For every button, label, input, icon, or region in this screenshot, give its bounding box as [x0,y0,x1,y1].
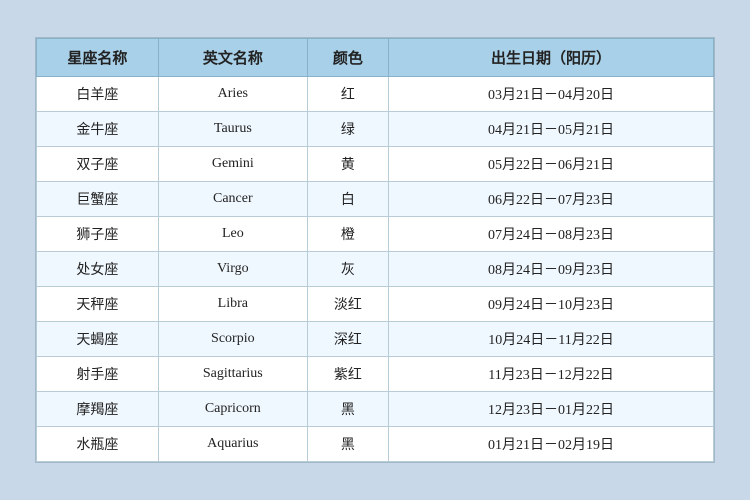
cell-cn: 双子座 [37,147,159,182]
cell-cn: 巨蟹座 [37,182,159,217]
header-color: 颜色 [307,39,388,77]
cell-cn: 天蝎座 [37,322,159,357]
cell-date: 04月21日－05月21日 [389,112,714,147]
table-row: 摩羯座Capricorn黑12月23日－01月22日 [37,392,714,427]
cell-en: Cancer [158,182,307,217]
header-date: 出生日期（阳历） [389,39,714,77]
table-row: 天秤座Libra淡红09月24日－10月23日 [37,287,714,322]
table-body: 白羊座Aries红03月21日－04月20日金牛座Taurus绿04月21日－0… [37,77,714,462]
cell-color: 灰 [307,252,388,287]
cell-en: Taurus [158,112,307,147]
cell-en: Sagittarius [158,357,307,392]
cell-date: 01月21日－02月19日 [389,427,714,462]
cell-date: 09月24日－10月23日 [389,287,714,322]
table-row: 巨蟹座Cancer白06月22日－07月23日 [37,182,714,217]
cell-en: Scorpio [158,322,307,357]
table-row: 双子座Gemini黄05月22日－06月21日 [37,147,714,182]
table-row: 金牛座Taurus绿04月21日－05月21日 [37,112,714,147]
cell-date: 10月24日－11月22日 [389,322,714,357]
cell-en: Leo [158,217,307,252]
cell-cn: 金牛座 [37,112,159,147]
cell-date: 08月24日－09月23日 [389,252,714,287]
cell-color: 橙 [307,217,388,252]
cell-date: 06月22日－07月23日 [389,182,714,217]
cell-cn: 天秤座 [37,287,159,322]
cell-date: 12月23日－01月22日 [389,392,714,427]
cell-en: Virgo [158,252,307,287]
cell-color: 深红 [307,322,388,357]
zodiac-table: 星座名称 英文名称 颜色 出生日期（阳历） 白羊座Aries红03月21日－04… [36,38,714,462]
cell-en: Gemini [158,147,307,182]
table-row: 处女座Virgo灰08月24日－09月23日 [37,252,714,287]
cell-cn: 水瓶座 [37,427,159,462]
cell-color: 绿 [307,112,388,147]
cell-color: 黑 [307,392,388,427]
cell-color: 黄 [307,147,388,182]
zodiac-table-container: 星座名称 英文名称 颜色 出生日期（阳历） 白羊座Aries红03月21日－04… [35,37,715,463]
header-en: 英文名称 [158,39,307,77]
cell-cn: 狮子座 [37,217,159,252]
table-header-row: 星座名称 英文名称 颜色 出生日期（阳历） [37,39,714,77]
table-row: 白羊座Aries红03月21日－04月20日 [37,77,714,112]
cell-color: 白 [307,182,388,217]
cell-en: Capricorn [158,392,307,427]
header-cn: 星座名称 [37,39,159,77]
cell-date: 05月22日－06月21日 [389,147,714,182]
table-row: 天蝎座Scorpio深红10月24日－11月22日 [37,322,714,357]
cell-color: 红 [307,77,388,112]
table-row: 水瓶座Aquarius黑01月21日－02月19日 [37,427,714,462]
cell-color: 淡红 [307,287,388,322]
cell-date: 11月23日－12月22日 [389,357,714,392]
cell-en: Aries [158,77,307,112]
cell-color: 紫红 [307,357,388,392]
cell-cn: 处女座 [37,252,159,287]
cell-cn: 射手座 [37,357,159,392]
cell-cn: 摩羯座 [37,392,159,427]
cell-cn: 白羊座 [37,77,159,112]
cell-color: 黑 [307,427,388,462]
table-row: 狮子座Leo橙07月24日－08月23日 [37,217,714,252]
cell-date: 07月24日－08月23日 [389,217,714,252]
cell-date: 03月21日－04月20日 [389,77,714,112]
cell-en: Libra [158,287,307,322]
table-row: 射手座Sagittarius紫红11月23日－12月22日 [37,357,714,392]
cell-en: Aquarius [158,427,307,462]
